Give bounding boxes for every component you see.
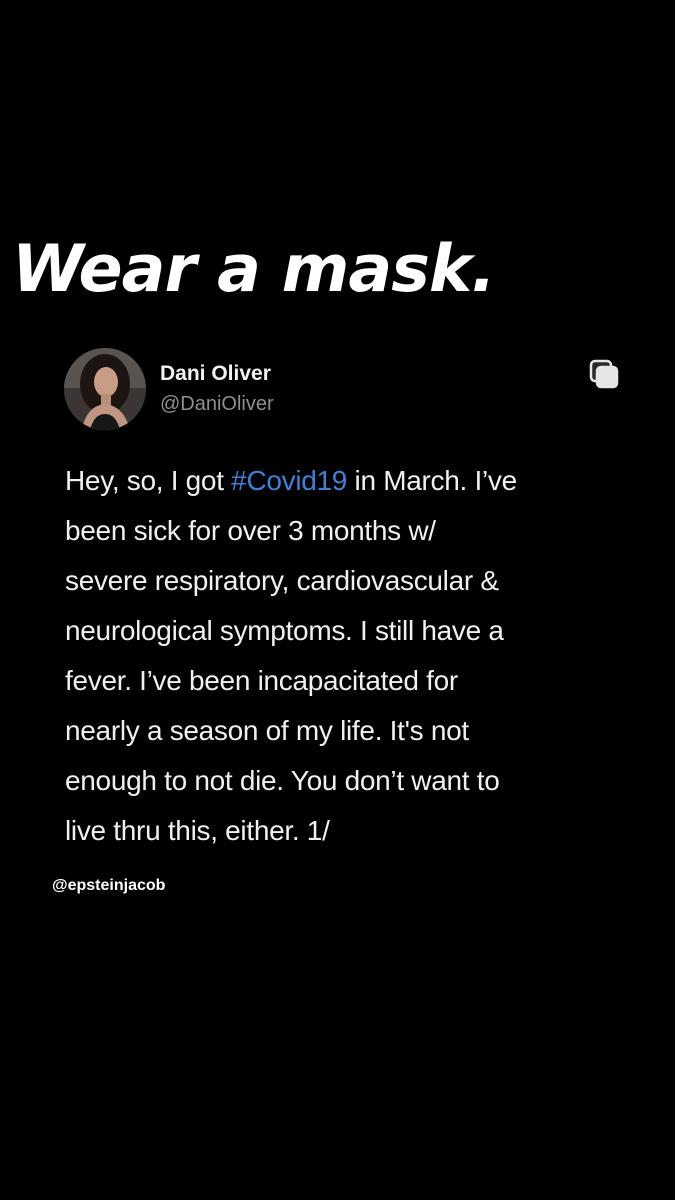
credit-handle: @epsteinjacob	[52, 877, 166, 894]
tweet-text-segment: in March. I’ve	[347, 465, 518, 496]
headline: Wear a mask.	[12, 232, 496, 307]
author-name[interactable]: Dani Oliver	[160, 362, 271, 386]
tweet-line: nearly a season of my life. It's not	[65, 715, 469, 746]
avatar-photo	[64, 348, 146, 430]
copy-icon[interactable]	[588, 358, 620, 390]
tweet-line: Hey, so, I got #Covid19 in March. I’ve	[65, 456, 625, 506]
hashtag-link[interactable]: #Covid19	[231, 465, 347, 496]
tweet-line: enough to not die. You don’t want to	[65, 765, 500, 796]
tweet-line: severe respiratory, cardiovascular &	[65, 565, 499, 596]
author-handle[interactable]: @DaniOliver	[160, 393, 274, 416]
tweet-text: Hey, so, I got #Covid19 in March. I’ve b…	[65, 456, 625, 856]
avatar[interactable]	[64, 348, 146, 430]
tweet-line: neurological symptoms. I still have a	[65, 615, 504, 646]
tweet-line: been sick for over 3 months w/	[65, 515, 436, 546]
tweet-line: fever. I’ve been incapacitated for	[65, 665, 458, 696]
tweet-line: live thru this, either. 1/	[65, 815, 330, 846]
tweet-text-segment: Hey, so, I got	[65, 465, 232, 496]
